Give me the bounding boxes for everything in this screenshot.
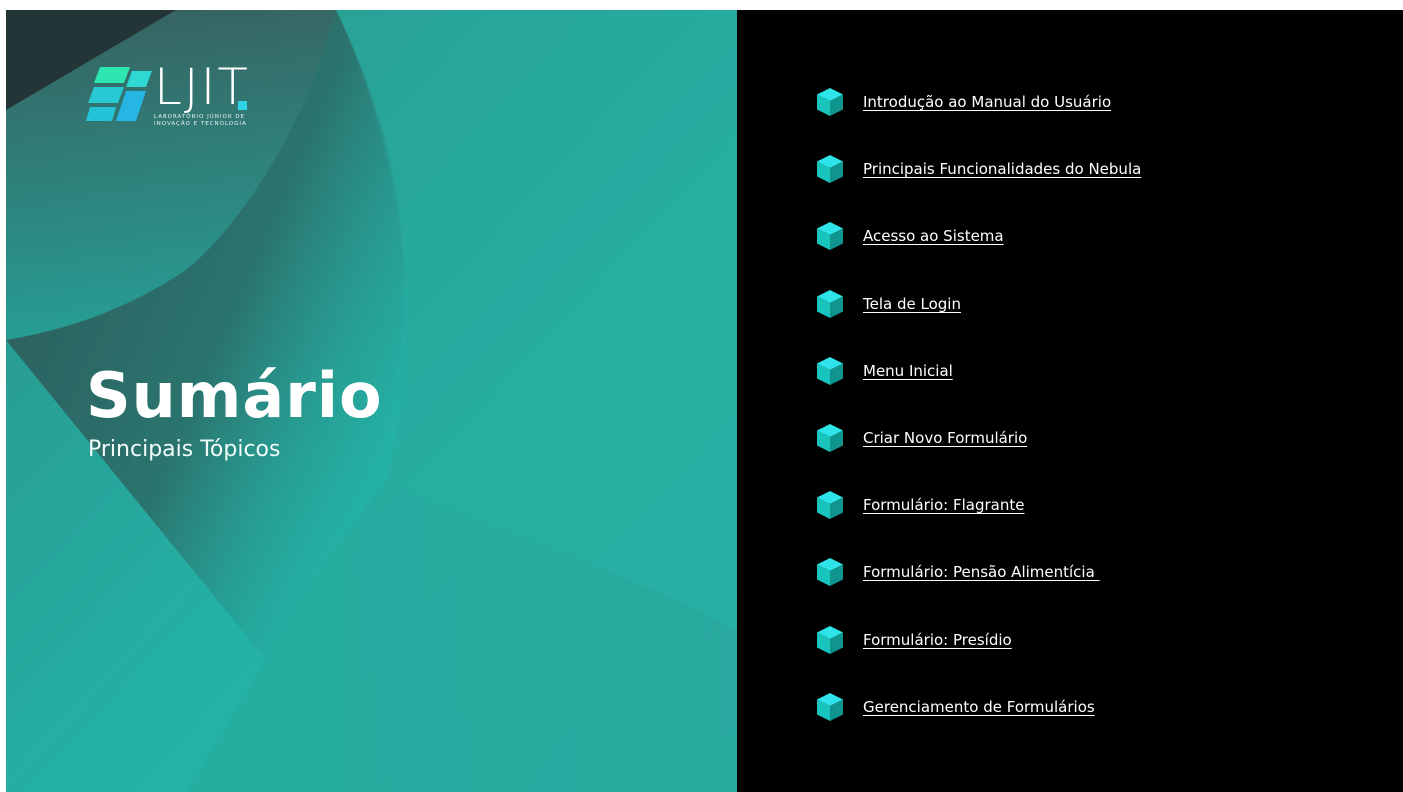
toc-link[interactable]: Formulário: Flagrante bbox=[863, 496, 1024, 514]
cube-icon bbox=[817, 88, 843, 116]
toc-link[interactable]: Formulário: Pensão Alimentícia bbox=[863, 563, 1100, 581]
logo-tagline-line1: Laboratório Júnior de bbox=[154, 114, 246, 120]
toc-link[interactable]: Criar Novo Formulário bbox=[863, 429, 1027, 447]
logo-dot bbox=[238, 101, 247, 110]
toc-item[interactable]: Gerenciamento de Formulários bbox=[817, 692, 1095, 722]
toc-link[interactable]: Menu Inicial bbox=[863, 362, 953, 380]
cube-icon bbox=[817, 290, 843, 318]
cube-icon bbox=[817, 222, 843, 250]
slide: LJIT Laboratório Júnior de Inovação e Te… bbox=[6, 10, 1403, 792]
cube-icon bbox=[817, 693, 843, 721]
cube-icon bbox=[817, 626, 843, 654]
toc-item[interactable]: Formulário: Pensão Alimentícia bbox=[817, 557, 1100, 587]
toc-item[interactable]: Criar Novo Formulário bbox=[817, 423, 1027, 453]
toc-panel: Introdução ao Manual do Usuário Principai… bbox=[737, 10, 1403, 792]
toc-link[interactable]: Gerenciamento de Formulários bbox=[863, 698, 1095, 716]
cube-icon bbox=[817, 558, 843, 586]
toc-item[interactable]: Acesso ao Sistema bbox=[817, 221, 1004, 251]
toc-link[interactable]: Introdução ao Manual do Usuário bbox=[863, 93, 1111, 111]
toc-item[interactable]: Formulário: Presídio bbox=[817, 625, 1012, 655]
toc-item[interactable]: Formulário: Flagrante bbox=[817, 490, 1024, 520]
cube-icon bbox=[817, 155, 843, 183]
ljit-logo-mark-icon bbox=[86, 67, 152, 121]
cube-icon bbox=[817, 357, 843, 385]
toc-link[interactable]: Formulário: Presídio bbox=[863, 631, 1012, 649]
toc-link[interactable]: Principais Funcionalidades do Nebula bbox=[863, 160, 1141, 178]
page-title: Sumário bbox=[86, 359, 383, 432]
logo-tagline: Laboratório Júnior de Inovação e Tecnolo… bbox=[154, 114, 274, 128]
toc-list: Introdução ao Manual do Usuário Principai… bbox=[817, 10, 1377, 792]
toc-item[interactable]: Tela de Login bbox=[817, 289, 961, 319]
toc-link[interactable]: Tela de Login bbox=[863, 295, 961, 313]
toc-link[interactable]: Acesso ao Sistema bbox=[863, 227, 1004, 245]
cube-icon bbox=[817, 424, 843, 452]
cube-icon bbox=[817, 491, 843, 519]
logo-tagline-line2: Inovação e Tecnologia bbox=[154, 121, 247, 127]
cover-panel: LJIT Laboratório Júnior de Inovação e Te… bbox=[6, 10, 737, 792]
ljit-logo: LJIT Laboratório Júnior de Inovação e Te… bbox=[86, 58, 266, 135]
toc-item[interactable]: Principais Funcionalidades do Nebula bbox=[817, 154, 1141, 184]
page-subtitle: Principais Tópicos bbox=[88, 437, 281, 462]
toc-item[interactable]: Introdução ao Manual do Usuário bbox=[817, 87, 1111, 117]
toc-item[interactable]: Menu Inicial bbox=[817, 356, 953, 386]
logo-wordmark: LJIT bbox=[154, 58, 250, 116]
